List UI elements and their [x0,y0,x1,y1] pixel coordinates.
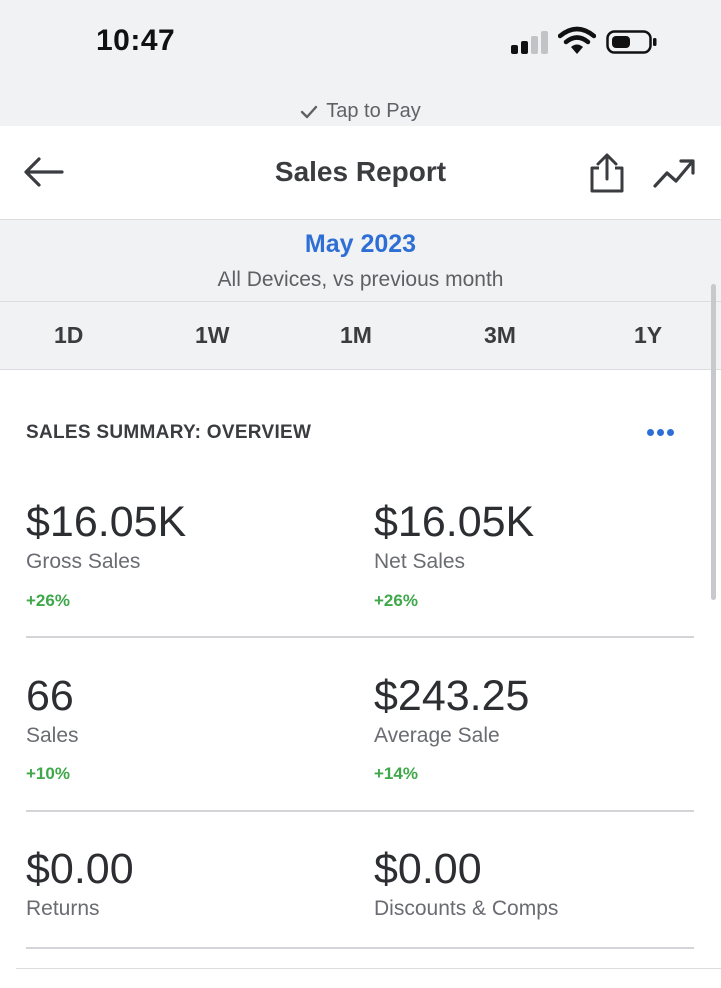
divider [26,947,694,949]
range-tab-1w[interactable]: 1W [195,322,230,349]
date-range-panel: May 2023 All Devices, vs previous month … [0,220,721,370]
scrollbar[interactable] [711,284,716,600]
more-dots-icon[interactable] [644,420,676,444]
status-bar: 10:47 Tap to Pay [0,0,721,126]
discounts-comps-label: Discounts & Comps [374,897,559,920]
divider [16,968,721,969]
divider [26,810,694,812]
back-arrow-icon[interactable] [22,154,66,190]
gross-sales-value: $16.05K [26,498,187,546]
tap-to-pay-banner[interactable]: Tap to Pay [0,100,721,123]
average-sale-value: $243.25 [374,672,530,720]
share-icon[interactable] [586,152,628,194]
status-time: 10:47 [96,24,176,57]
trend-chart-icon[interactable] [652,156,696,190]
average-sale-label: Average Sale [374,724,500,747]
discounts-comps-value: $0.00 [374,845,482,893]
tap-to-pay-label: Tap to Pay [326,100,421,122]
sales-count-value: 66 [26,672,74,720]
average-sale-change: +14% [374,764,418,783]
gross-sales-label: Gross Sales [26,550,141,573]
net-sales-change: +26% [374,591,418,610]
range-tab-1d[interactable]: 1D [54,322,83,349]
section-title: SALES SUMMARY: OVERVIEW [26,422,312,443]
sales-count-label: Sales [26,724,79,747]
net-sales-value: $16.05K [374,498,535,546]
returns-label: Returns [26,897,100,920]
returns-value: $0.00 [26,845,134,893]
range-tab-3m[interactable]: 3M [484,322,516,349]
comparison-subtitle: All Devices, vs previous month [217,268,504,291]
divider [26,636,694,638]
range-tabs: 1D 1W 1M 3M 1Y [0,302,721,370]
net-sales-label: Net Sales [374,550,466,573]
range-tab-1m[interactable]: 1M [340,322,372,349]
signal-icon [511,30,549,54]
range-tab-1y[interactable]: 1Y [634,322,662,349]
wifi-icon [558,26,596,54]
battery-icon [606,30,657,54]
top-app-bar: Sales Report [0,126,721,220]
gross-sales-change: +26% [26,591,70,610]
check-icon [301,105,318,119]
month-selector[interactable]: May 2023 [0,230,721,259]
sales-count-change: +10% [26,764,70,783]
